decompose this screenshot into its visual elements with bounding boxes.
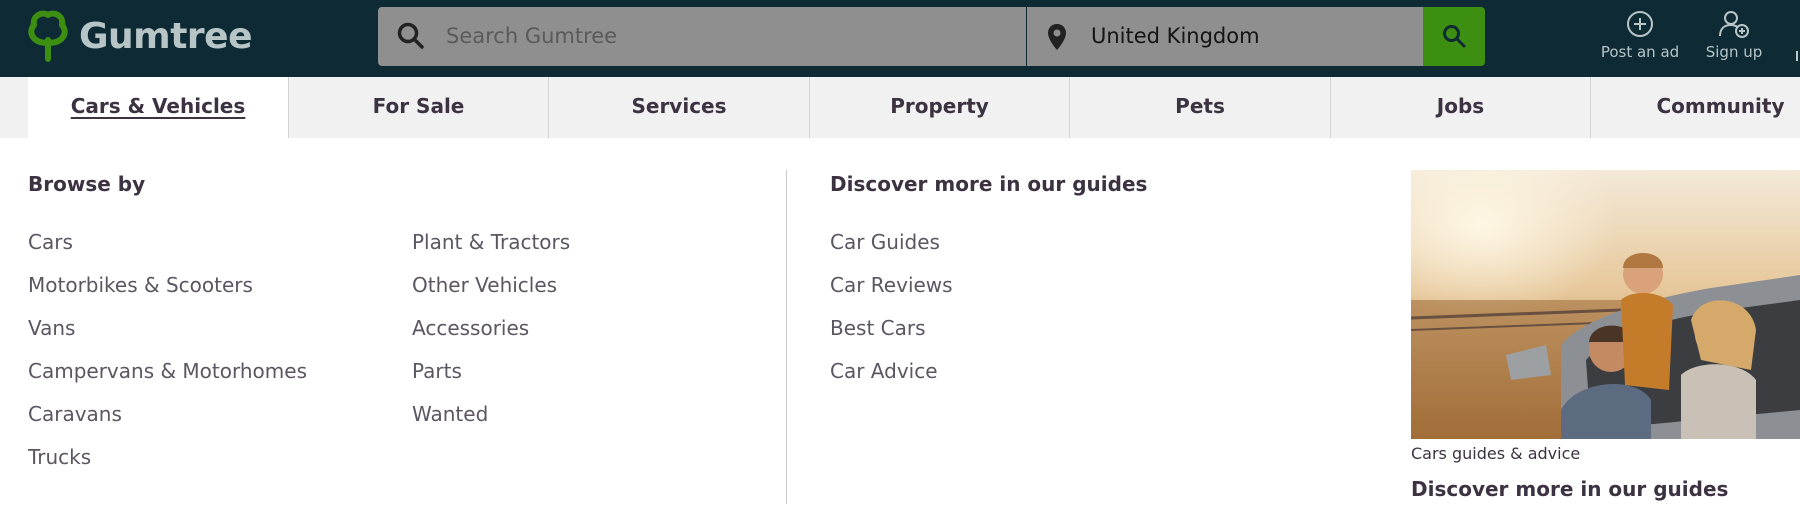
list-item[interactable]: Motorbikes & Scooters xyxy=(28,272,307,315)
promo-guides-link[interactable]: Discover more in our guides xyxy=(1411,477,1728,501)
browse-list-primary: Cars Motorbikes & Scooters Vans Camperva… xyxy=(28,229,307,487)
list-item[interactable]: Caravans xyxy=(28,401,307,444)
tree-logo-icon xyxy=(28,10,68,62)
list-item[interactable]: Accessories xyxy=(412,315,570,358)
list-item[interactable]: Trucks xyxy=(28,444,307,487)
post-ad-button[interactable]: Post an ad xyxy=(1594,10,1686,61)
plus-circle-icon xyxy=(1627,11,1653,37)
tab-property[interactable]: Property xyxy=(809,77,1069,138)
add-user-icon xyxy=(1719,11,1749,38)
gumtree-logo[interactable]: Gumtree xyxy=(26,10,252,64)
list-item[interactable]: Other Vehicles xyxy=(412,272,570,315)
tab-cars-vehicles[interactable]: Cars & Vehicles xyxy=(28,77,288,138)
header-overflow-edge xyxy=(1796,51,1798,61)
list-item[interactable]: Vans xyxy=(28,315,307,358)
list-item[interactable]: Cars xyxy=(28,229,307,272)
promo-image[interactable] xyxy=(1411,170,1800,439)
list-item[interactable]: Best Cars xyxy=(830,315,953,358)
list-item[interactable]: Campervans & Motorhomes xyxy=(28,358,307,401)
location-pin-icon xyxy=(1048,24,1066,50)
location-value: United Kingdom xyxy=(1091,24,1260,48)
sign-up-button[interactable]: Sign up xyxy=(1700,10,1768,61)
list-item[interactable]: Parts xyxy=(412,358,570,401)
post-ad-label: Post an ad xyxy=(1600,43,1680,61)
tab-for-sale[interactable]: For Sale xyxy=(288,77,548,138)
list-item[interactable]: Car Advice xyxy=(830,358,953,401)
category-nav: Cars & Vehicles For Sale Services Proper… xyxy=(0,77,1800,138)
list-item[interactable]: Car Guides xyxy=(830,229,953,272)
logo-wordmark: Gumtree xyxy=(79,16,252,57)
list-item[interactable]: Car Reviews xyxy=(830,272,953,315)
site-header: Gumtree Search Gumtree United Kingdom Po… xyxy=(0,0,1800,77)
tab-community[interactable]: Community xyxy=(1590,77,1800,138)
search-icon xyxy=(1443,25,1466,48)
browse-list-secondary: Plant & Tractors Other Vehicles Accessor… xyxy=(412,229,570,444)
guides-list: Car Guides Car Reviews Best Cars Car Adv… xyxy=(830,229,953,401)
list-item[interactable]: Wanted xyxy=(412,401,570,444)
tab-jobs[interactable]: Jobs xyxy=(1330,77,1590,138)
promo-caption: Cars guides & advice xyxy=(1411,444,1581,463)
sign-up-label: Sign up xyxy=(1705,43,1763,61)
list-item[interactable]: Plant & Tractors xyxy=(412,229,570,272)
search-placeholder: Search Gumtree xyxy=(446,24,618,48)
location-input[interactable]: United Kingdom xyxy=(1027,7,1423,66)
search-icon xyxy=(397,22,424,49)
tab-pets[interactable]: Pets xyxy=(1069,77,1330,138)
column-divider xyxy=(786,170,787,504)
family-car-photo xyxy=(1411,170,1800,439)
guides-heading: Discover more in our guides xyxy=(830,172,1148,196)
browse-heading: Browse by xyxy=(28,172,146,196)
search-input[interactable]: Search Gumtree xyxy=(378,7,1026,66)
tab-services[interactable]: Services xyxy=(548,77,809,138)
search-button[interactable] xyxy=(1423,7,1485,66)
